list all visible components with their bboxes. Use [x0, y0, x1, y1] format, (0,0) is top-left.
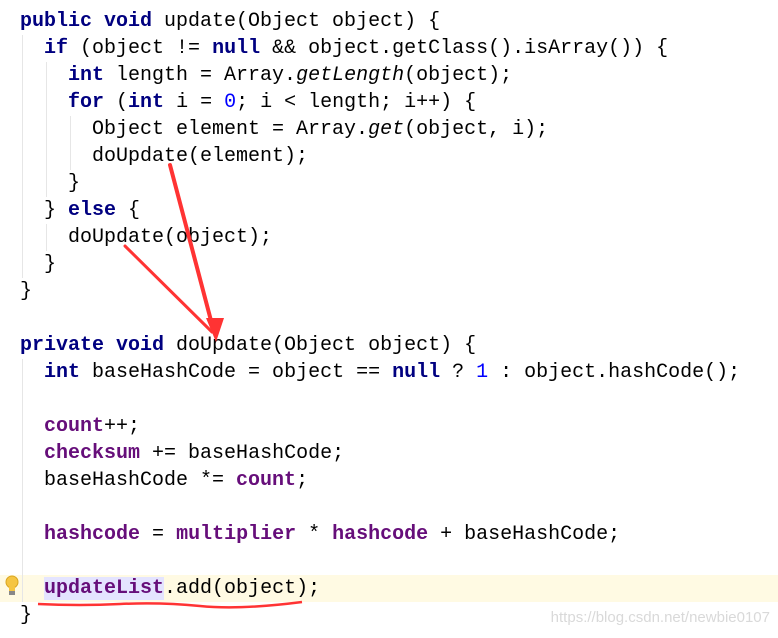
arrow-annotation — [123, 163, 224, 342]
arrow-line-2 — [123, 244, 214, 334]
annotation-overlay — [37, 163, 303, 609]
watermark: https://blog.csdn.net/newbie0107 — [550, 609, 770, 626]
arrow-line-1 — [168, 163, 216, 334]
underline-annotation — [37, 600, 303, 609]
